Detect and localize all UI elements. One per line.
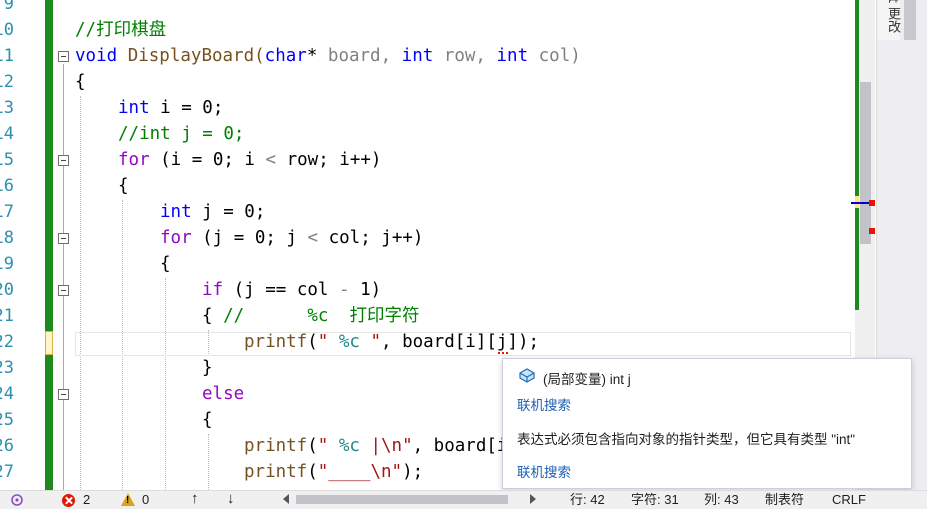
char-indicator[interactable]: 字符: 31 xyxy=(631,492,679,508)
line-number: 16 xyxy=(0,176,14,196)
line-ending-indicator[interactable]: CRLF xyxy=(832,492,866,508)
symbol-info: (局部变量) int j xyxy=(543,372,631,387)
code-line: for (j = 0; j < col; j++) xyxy=(160,228,424,248)
online-search-link[interactable]: 联机搜索 xyxy=(517,461,571,481)
fold-toggle[interactable] xyxy=(58,285,69,296)
git-changes-tab-label[interactable]: t 更改 xyxy=(880,0,902,33)
line-number: 13 xyxy=(0,98,14,118)
code-line: else xyxy=(202,384,245,404)
code-line: //int j = 0; xyxy=(118,124,245,144)
previous-issue-arrow-icon[interactable]: ↑ xyxy=(191,491,199,507)
indent-guide xyxy=(80,96,81,490)
code-line: void DisplayBoard(char* board, int row, … xyxy=(75,46,581,66)
code-line: { xyxy=(118,176,129,196)
intellicode-icon[interactable] xyxy=(8,493,26,507)
scrollbar-error-marker[interactable] xyxy=(869,228,875,234)
fold-toggle[interactable] xyxy=(58,51,69,62)
scrollbar-error-marker[interactable] xyxy=(869,200,875,206)
code-line: if (j == col - 1) xyxy=(202,280,382,300)
line-number: 9 xyxy=(3,0,14,14)
error-icon[interactable] xyxy=(62,494,75,507)
line-number: 15 xyxy=(0,150,14,170)
code-line: printf("____\n"); xyxy=(244,462,424,482)
local-variable-icon xyxy=(519,368,535,383)
line-number: 27 xyxy=(0,462,14,482)
code-line: printf(" %c |\n", board[i xyxy=(244,436,508,456)
unsaved-change-marker xyxy=(45,331,53,355)
horizontal-scroll-thumb[interactable] xyxy=(296,495,508,504)
indent-guide xyxy=(165,278,166,490)
code-line: { xyxy=(160,254,171,274)
outline-guide xyxy=(63,64,64,490)
online-search-link[interactable]: 联机搜索 xyxy=(517,394,571,414)
line-number: 22 xyxy=(0,332,14,352)
line-number: 21 xyxy=(0,306,14,326)
code-line: } xyxy=(202,358,213,378)
scrollbar-change-marker xyxy=(855,0,859,310)
code-line: int j = 0; xyxy=(160,202,266,222)
line-number: 10 xyxy=(0,20,14,40)
code-line: //打印棋盘 xyxy=(75,20,167,40)
code-line: for (i = 0; i < row; i++) xyxy=(118,150,382,170)
next-issue-arrow-icon[interactable]: ↓ xyxy=(227,491,235,507)
line-number: 11 xyxy=(0,46,14,66)
line-number: 18 xyxy=(0,228,14,248)
scroll-right-icon[interactable] xyxy=(530,494,536,504)
scroll-left-icon[interactable] xyxy=(283,494,289,504)
line-number: 23 xyxy=(0,358,14,378)
code-line: { xyxy=(75,72,86,92)
fold-toggle[interactable] xyxy=(58,233,69,244)
line-number: 26 xyxy=(0,436,14,456)
indent-mode-indicator[interactable]: 制表符 xyxy=(765,492,804,508)
line-number: 17 xyxy=(0,202,14,222)
quick-info-tooltip: (局部变量) int j 联机搜索 表达式必须包含指向对象的指针类型，但它具有类… xyxy=(502,358,912,489)
change-tracking-bar xyxy=(45,0,53,490)
code-line: { // %c 打印字符 xyxy=(202,306,420,326)
code-line: int i = 0; xyxy=(118,98,224,118)
line-number: 14 xyxy=(0,124,14,144)
indent-guide xyxy=(208,434,209,490)
vertical-scroll-thumb[interactable] xyxy=(860,82,871,244)
error-message: 表达式必须包含指向对象的指针类型，但它具有类型 "int" xyxy=(517,432,856,447)
line-number: 12 xyxy=(0,72,14,92)
column-indicator[interactable]: 列: 43 xyxy=(704,492,739,508)
fold-toggle[interactable] xyxy=(58,389,69,400)
line-number: 20 xyxy=(0,280,14,300)
panel-scrollbar[interactable] xyxy=(904,0,916,40)
code-line: printf(" %c ", board[i][j]); xyxy=(244,332,540,352)
code-line: { xyxy=(202,410,213,430)
warning-icon[interactable] xyxy=(121,493,135,506)
error-count[interactable]: 2 xyxy=(83,492,90,508)
warning-count[interactable]: 0 xyxy=(142,492,149,508)
line-number: 25 xyxy=(0,410,14,430)
line-number: 19 xyxy=(0,254,14,274)
line-number: 24 xyxy=(0,384,14,404)
error-squiggle xyxy=(498,348,508,354)
fold-toggle[interactable] xyxy=(58,155,69,166)
line-indicator[interactable]: 行: 42 xyxy=(570,492,605,508)
